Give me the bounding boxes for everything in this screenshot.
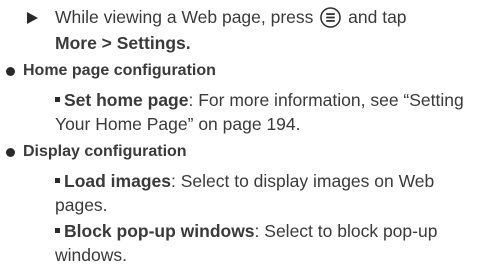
item-desc: : Select to display images on Web — [170, 171, 435, 191]
item-desc: : Select to block pop-up — [254, 221, 438, 241]
item-set-home-page-line-1: Set home page: For more information, see… — [64, 89, 464, 111]
item-bullet-icon — [55, 97, 60, 102]
menu-key-icon — [320, 7, 342, 28]
item-desc: : For more information, see “Setting — [188, 90, 464, 110]
step-line-1: While viewing a Web page, press and tap — [55, 6, 407, 28]
section-heading-display: Display configuration — [23, 143, 187, 160]
item-bullet-icon — [55, 178, 60, 183]
item-term: Load images — [64, 171, 171, 191]
item-load-images-line-1: Load images: Select to display images on… — [64, 170, 434, 192]
triangle-bullet-icon — [27, 12, 38, 24]
step-text-before: While viewing a Web page, press — [55, 7, 319, 27]
item-block-popups-line-2: windows. — [55, 245, 127, 265]
manual-page: While viewing a Web page, press and tap … — [0, 0, 496, 268]
item-term: Set home page — [64, 90, 189, 110]
section-bullet-icon — [6, 67, 15, 76]
step-text-after: and tap — [343, 7, 407, 27]
item-bullet-icon — [55, 228, 60, 233]
section-bullet-icon — [6, 148, 15, 157]
item-block-popups-line-1: Block pop-up windows: Select to block po… — [64, 220, 437, 242]
item-set-home-page-line-2: Your Home Page” on page 194. — [55, 114, 301, 134]
item-term: Block pop-up windows — [64, 221, 255, 241]
step-menu-path: More > Settings. — [55, 33, 191, 53]
item-load-images-line-2: pages. — [55, 195, 108, 215]
section-heading-home-page: Home page configuration — [23, 62, 216, 79]
